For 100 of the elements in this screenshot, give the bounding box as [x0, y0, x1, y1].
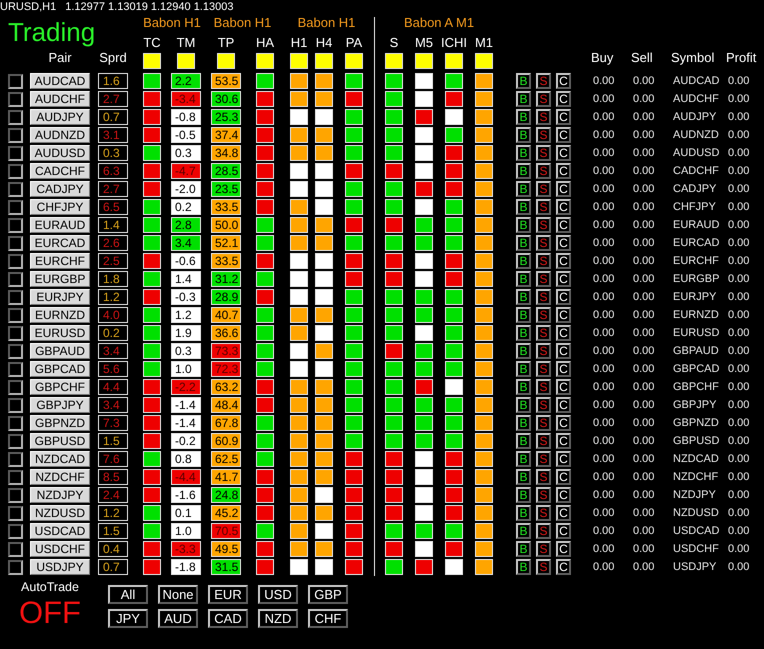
row-checkbox[interactable]	[8, 254, 23, 268]
pair-button[interactable]: EURJPY	[30, 289, 90, 305]
autotrade-status[interactable]: OFF	[19, 596, 81, 630]
row-checkbox[interactable]	[8, 398, 23, 412]
sell-button[interactable]: S	[536, 433, 551, 449]
row-checkbox[interactable]	[8, 344, 23, 358]
row-checkbox[interactable]	[8, 434, 23, 448]
sell-button[interactable]: S	[536, 145, 551, 161]
pair-button[interactable]: AUDCAD	[30, 73, 90, 89]
row-checkbox[interactable]	[8, 326, 23, 340]
buy-button[interactable]: B	[516, 199, 531, 215]
close-order-button[interactable]: C	[556, 217, 571, 233]
row-checkbox[interactable]	[8, 164, 23, 178]
sell-button[interactable]: S	[536, 109, 551, 125]
buy-button[interactable]: B	[516, 523, 531, 539]
buy-button[interactable]: B	[516, 145, 531, 161]
sell-button[interactable]: S	[536, 91, 551, 107]
sell-button[interactable]: S	[536, 523, 551, 539]
sell-button[interactable]: S	[536, 271, 551, 287]
sell-button[interactable]: S	[536, 541, 551, 557]
pair-button[interactable]: CADJPY	[30, 181, 90, 197]
sell-button[interactable]: S	[536, 199, 551, 215]
pair-button[interactable]: GBPJPY	[30, 397, 90, 413]
sell-button[interactable]: S	[536, 181, 551, 197]
row-checkbox[interactable]	[8, 380, 23, 394]
row-checkbox[interactable]	[8, 236, 23, 250]
filter-button[interactable]: None	[158, 585, 198, 604]
row-checkbox[interactable]	[8, 290, 23, 304]
close-order-button[interactable]: C	[556, 91, 571, 107]
buy-button[interactable]: B	[516, 289, 531, 305]
buy-button[interactable]: B	[516, 505, 531, 521]
pair-button[interactable]: GBPUSD	[30, 433, 90, 449]
row-checkbox[interactable]	[8, 182, 23, 196]
filter-button[interactable]: AUD	[158, 609, 198, 628]
pair-button[interactable]: NZDJPY	[30, 487, 90, 503]
filter-button[interactable]: NZD	[258, 609, 298, 628]
filter-button[interactable]: EUR	[208, 585, 248, 604]
filter-button[interactable]: CHF	[308, 609, 348, 628]
buy-button[interactable]: B	[516, 343, 531, 359]
buy-button[interactable]: B	[516, 397, 531, 413]
close-order-button[interactable]: C	[556, 343, 571, 359]
pair-button[interactable]: USDCAD	[30, 523, 90, 539]
pair-button[interactable]: GBPCHF	[30, 379, 90, 395]
buy-button[interactable]: B	[516, 181, 531, 197]
buy-button[interactable]: B	[516, 127, 531, 143]
row-checkbox[interactable]	[8, 218, 23, 232]
pair-button[interactable]: EURCAD	[30, 235, 90, 251]
pair-button[interactable]: NZDCAD	[30, 451, 90, 467]
row-checkbox[interactable]	[8, 488, 23, 502]
row-checkbox[interactable]	[8, 524, 23, 538]
buy-button[interactable]: B	[516, 469, 531, 485]
close-order-button[interactable]: C	[556, 289, 571, 305]
row-checkbox[interactable]	[8, 308, 23, 322]
buy-button[interactable]: B	[516, 559, 531, 575]
sell-button[interactable]: S	[536, 469, 551, 485]
pair-button[interactable]: USDJPY	[30, 559, 90, 575]
close-order-button[interactable]: C	[556, 379, 571, 395]
row-checkbox[interactable]	[8, 74, 23, 88]
sell-button[interactable]: S	[536, 415, 551, 431]
sell-button[interactable]: S	[536, 559, 551, 575]
buy-button[interactable]: B	[516, 415, 531, 431]
close-order-button[interactable]: C	[556, 451, 571, 467]
sell-button[interactable]: S	[536, 307, 551, 323]
pair-button[interactable]: EURUSD	[30, 325, 90, 341]
row-checkbox[interactable]	[8, 362, 23, 376]
row-checkbox[interactable]	[8, 92, 23, 106]
row-checkbox[interactable]	[8, 560, 23, 574]
row-checkbox[interactable]	[8, 146, 23, 160]
sell-button[interactable]: S	[536, 325, 551, 341]
close-order-button[interactable]: C	[556, 73, 571, 89]
sell-button[interactable]: S	[536, 379, 551, 395]
sell-button[interactable]: S	[536, 163, 551, 179]
pair-button[interactable]: AUDJPY	[30, 109, 90, 125]
filter-button[interactable]: GBP	[308, 585, 348, 604]
filter-button[interactable]: All	[108, 585, 148, 604]
sell-button[interactable]: S	[536, 127, 551, 143]
buy-button[interactable]: B	[516, 307, 531, 323]
pair-button[interactable]: EURNZD	[30, 307, 90, 323]
row-checkbox[interactable]	[8, 416, 23, 430]
pair-button[interactable]: EURAUD	[30, 217, 90, 233]
buy-button[interactable]: B	[516, 451, 531, 467]
pair-button[interactable]: NZDUSD	[30, 505, 90, 521]
close-order-button[interactable]: C	[556, 145, 571, 161]
close-order-button[interactable]: C	[556, 469, 571, 485]
buy-button[interactable]: B	[516, 487, 531, 503]
close-order-button[interactable]: C	[556, 523, 571, 539]
close-order-button[interactable]: C	[556, 253, 571, 269]
buy-button[interactable]: B	[516, 73, 531, 89]
pair-button[interactable]: CHFJPY	[30, 199, 90, 215]
pair-button[interactable]: CADCHF	[30, 163, 90, 179]
buy-button[interactable]: B	[516, 109, 531, 125]
buy-button[interactable]: B	[516, 91, 531, 107]
sell-button[interactable]: S	[536, 253, 551, 269]
close-order-button[interactable]: C	[556, 199, 571, 215]
sell-button[interactable]: S	[536, 73, 551, 89]
buy-button[interactable]: B	[516, 379, 531, 395]
buy-button[interactable]: B	[516, 325, 531, 341]
pair-button[interactable]: EURCHF	[30, 253, 90, 269]
close-order-button[interactable]: C	[556, 127, 571, 143]
pair-button[interactable]: GBPAUD	[30, 343, 90, 359]
